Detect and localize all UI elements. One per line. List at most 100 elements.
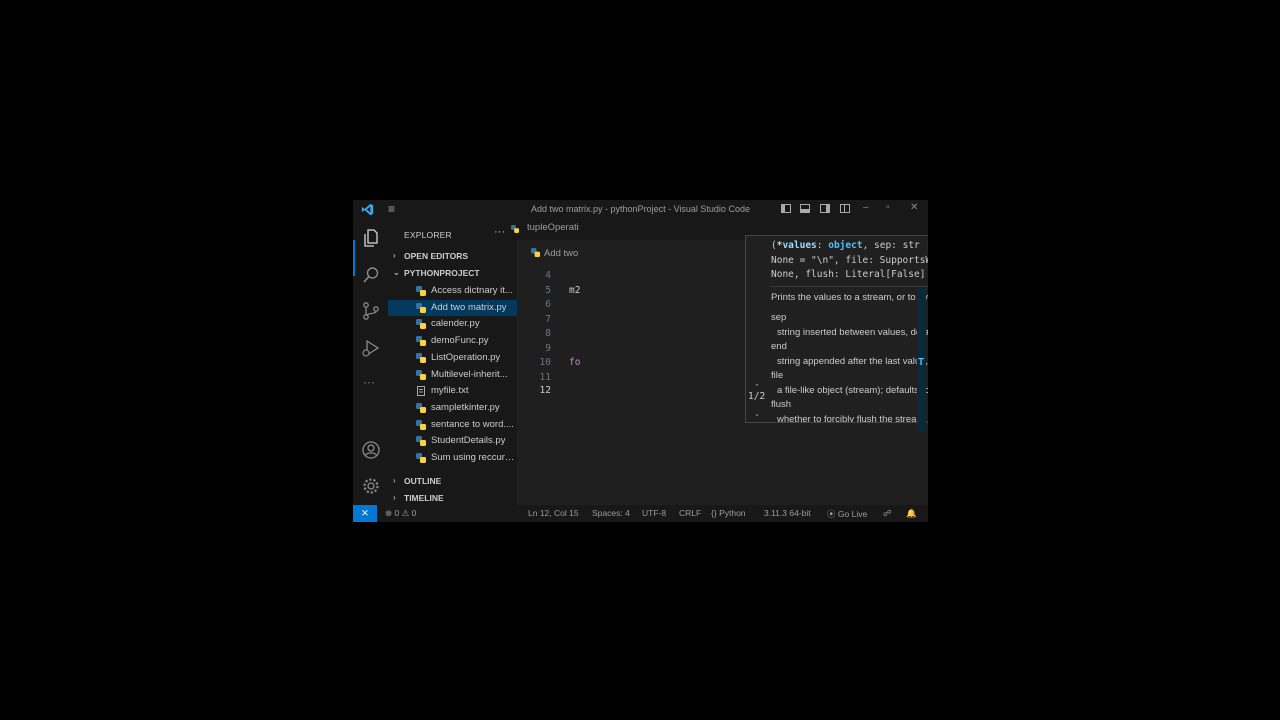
minimize-button[interactable]: – — [863, 202, 869, 213]
file-name: ListOperation.py — [431, 351, 501, 363]
file-item[interactable]: Sum using reccurs... — [388, 450, 517, 466]
toggle-primary-sidebar-icon[interactable] — [781, 204, 791, 213]
search-icon[interactable] — [361, 265, 381, 285]
gear-icon[interactable] — [361, 476, 381, 496]
explorer-files-icon[interactable] — [361, 228, 381, 248]
file-item[interactable]: demoFunc.py — [388, 333, 517, 349]
hover-divider — [771, 286, 928, 287]
python-file-icon — [416, 369, 426, 380]
file-item[interactable]: Multilevel-inherit... — [388, 367, 517, 383]
toggle-panel-icon[interactable] — [800, 204, 810, 213]
file-name: calender.py — [431, 318, 480, 330]
file-item[interactable]: calender.py — [388, 316, 517, 332]
file-item[interactable]: Access dictnary it... — [388, 283, 517, 299]
line-number: 7 — [545, 313, 551, 325]
toggle-secondary-sidebar-icon[interactable] — [820, 204, 830, 213]
copilot-icon[interactable]: ☍ — [883, 508, 892, 519]
title-bar: ≡ Add two matrix.py - pythonProject - Vi… — [353, 200, 928, 218]
file-name: sentance to word.... — [431, 418, 514, 430]
python-file-icon — [416, 336, 426, 347]
file-item[interactable]: myfile.txt — [388, 383, 517, 399]
python-file-icon — [416, 402, 426, 413]
text-file-icon — [417, 386, 425, 397]
error-icon: ⊗ — [385, 508, 393, 518]
line-number: 8 — [545, 328, 551, 339]
indentation[interactable]: Spaces: 4 — [592, 508, 630, 518]
source-control-icon[interactable] — [361, 301, 381, 321]
chevron-right-icon: › — [393, 476, 396, 485]
file-name: Sum using reccurs... — [431, 452, 516, 463]
active-indicator — [353, 240, 355, 276]
minimap-slider-glyph: T — [918, 357, 925, 368]
python-file-icon — [531, 248, 540, 257]
chevron-down-icon: ⌄ — [393, 268, 400, 277]
restore-button[interactable]: ▫ — [886, 202, 890, 213]
function-signature: (*values: object, sep: str | None = " ",… — [771, 240, 928, 280]
param-name: file — [771, 370, 784, 381]
cursor-position[interactable]: Ln 12, Col 15 — [528, 508, 579, 518]
problems-indicator[interactable]: ⊗ 0 ⚠ 0 — [385, 508, 416, 519]
line-number: 11 — [539, 371, 551, 383]
chevron-right-icon: › — [393, 493, 396, 502]
notifications-bell-icon[interactable]: 🔔 — [906, 508, 917, 519]
file-item[interactable]: sentance to word.... — [388, 417, 517, 433]
customize-layout-icon[interactable] — [840, 204, 850, 213]
file-item[interactable]: Add two matrix.py — [388, 299, 517, 316]
explorer-more-actions-icon[interactable]: ··· — [494, 226, 505, 238]
more-views-icon[interactable]: ··· — [363, 375, 383, 395]
end-of-line[interactable]: CRLF — [679, 508, 701, 518]
vscode-window: ≡ Add two matrix.py - pythonProject - Vi… — [353, 200, 928, 522]
param-description: string inserted between values, default … — [777, 326, 928, 338]
python-file-icon — [416, 436, 426, 447]
outline-section[interactable]: › OUTLINE — [388, 474, 517, 489]
line-number: 5 — [545, 284, 551, 296]
open-editors-section[interactable]: › OPEN EDITORS — [388, 249, 517, 264]
file-name: sampletkinter.py — [431, 401, 500, 413]
python-file-icon — [416, 352, 426, 363]
python-file-icon — [416, 453, 426, 463]
activity-bar: ··· — [353, 218, 388, 505]
file-item[interactable]: StudentDetails.py — [388, 433, 517, 449]
python-file-icon — [416, 286, 426, 296]
line-number: 12 — [539, 385, 551, 396]
account-icon[interactable] — [361, 440, 381, 460]
line-number: 9 — [545, 342, 551, 354]
chevron-up-icon[interactable]: ⌃ — [754, 383, 760, 391]
run-and-debug-icon[interactable] — [361, 338, 381, 358]
param-description: a file-like object (stream); defaults to… — [777, 384, 928, 396]
line-number: 10 — [539, 357, 551, 368]
python-file-icon — [416, 419, 426, 430]
file-name: myfile.txt — [431, 385, 469, 397]
editor-area[interactable]: tupleOperati Add two 4 5 m2 6 7 8 9 10 fo 11 12 (*… — [511, 218, 928, 505]
broadcast-icon: ⦿ — [827, 509, 836, 519]
remote-indicator-icon[interactable]: ⨯ — [353, 505, 377, 522]
python-interpreter[interactable]: 3.11.3 64-bit — [764, 508, 811, 518]
go-live-button[interactable]: ⦿ Go Live — [827, 508, 867, 520]
explorer-header: EXPLORER — [404, 230, 452, 240]
param-name: end — [771, 341, 787, 352]
status-bar: ⨯ ⊗ 0 ⚠ 0 Ln 12, Col 15 Spaces: 4 UTF-8 … — [353, 505, 928, 522]
param-description: string appended after the last value, de… — [777, 355, 928, 367]
file-item[interactable]: sampletkinter.py — [388, 400, 517, 416]
chevron-down-icon[interactable]: ⌄ — [754, 410, 760, 418]
warning-icon: ⚠ — [401, 508, 410, 518]
close-button[interactable]: ✕ — [910, 202, 918, 213]
file-encoding[interactable]: UTF-8 — [642, 508, 666, 518]
language-mode[interactable]: {} Python — [711, 508, 746, 518]
param-description: whether to forcibly flush the stream. — [777, 413, 927, 423]
breadcrumb[interactable]: Add two — [531, 248, 578, 259]
python-file-icon — [511, 225, 519, 233]
file-item[interactable]: ListOperation.py — [388, 350, 517, 366]
breadcrumb-file: Add two — [544, 248, 579, 259]
signature-pager: 1/2 — [748, 391, 766, 402]
python-file-icon — [416, 302, 426, 313]
code-line[interactable]: m2 — [569, 285, 580, 296]
file-name: Multilevel-inherit... — [431, 368, 508, 380]
file-name: demoFunc.py — [431, 335, 489, 347]
code-line[interactable]: fo — [569, 357, 580, 368]
tab-tuple-operation[interactable]: tupleOperati — [527, 222, 579, 233]
timeline-section[interactable]: › TIMELINE — [388, 491, 517, 506]
project-folder-section[interactable]: ⌄ PYTHONPROJECT — [388, 266, 517, 281]
braces-icon: {} — [711, 508, 717, 518]
line-number: 4 — [545, 270, 551, 281]
